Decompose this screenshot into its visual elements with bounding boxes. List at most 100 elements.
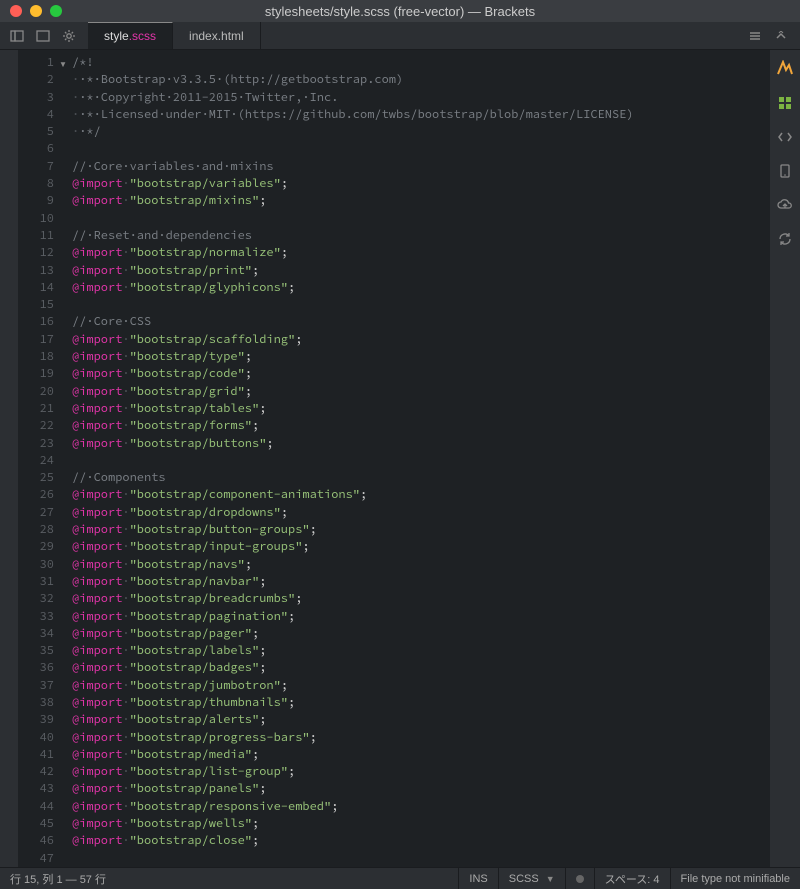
code-line[interactable]: @import·"bootstrap/list-group"; <box>72 763 770 780</box>
code-line[interactable] <box>72 140 770 157</box>
line-number: 15 <box>18 296 64 313</box>
menu-icon[interactable] <box>744 25 766 47</box>
code-line[interactable]: @import·"bootstrap/forms"; <box>72 417 770 434</box>
line-number: 27 <box>18 504 64 521</box>
code-line[interactable]: @import·"bootstrap/alerts"; <box>72 711 770 728</box>
code-line[interactable] <box>72 452 770 469</box>
line-number: 34 <box>18 625 64 642</box>
status-lint[interactable] <box>565 868 594 889</box>
toolbar: style.scss index.html <box>0 22 800 50</box>
line-number: 11 <box>18 227 64 244</box>
line-number: 23 <box>18 435 64 452</box>
sidebar-right <box>770 50 800 867</box>
code-line[interactable]: @import·"bootstrap/input-groups"; <box>72 538 770 555</box>
line-number: 18 <box>18 348 64 365</box>
status-minify: File type not minifiable <box>670 868 800 889</box>
code-line[interactable]: /*! <box>72 54 770 71</box>
code-line[interactable]: @import·"bootstrap/pager"; <box>72 625 770 642</box>
code-editor[interactable]: 1▼23456789101112131415161718192021222324… <box>18 50 770 867</box>
code-line[interactable]: @import·"bootstrap/navs"; <box>72 556 770 573</box>
code-line[interactable]: @import·"bootstrap/scaffolding"; <box>72 331 770 348</box>
code-line[interactable]: @import·"bootstrap/mixins"; <box>72 192 770 209</box>
sync-icon[interactable] <box>776 230 794 248</box>
tab-style-scss[interactable]: style.scss <box>88 22 173 49</box>
code-line[interactable]: //·Reset·and·dependencies <box>72 227 770 244</box>
line-number: 22 <box>18 417 64 434</box>
code-line[interactable]: @import·"bootstrap/buttons"; <box>72 435 770 452</box>
code-line[interactable]: //·Core·variables·and·mixins <box>72 158 770 175</box>
code-line[interactable]: @import·"bootstrap/normalize"; <box>72 244 770 261</box>
line-number: 12 <box>18 244 64 261</box>
line-number: 6 <box>18 140 64 157</box>
code-icon[interactable] <box>776 128 794 146</box>
line-number: 42 <box>18 763 64 780</box>
code-line[interactable]: @import·"bootstrap/close"; <box>72 832 770 849</box>
line-number: 1▼ <box>18 54 64 71</box>
code-line[interactable]: @import·"bootstrap/wells"; <box>72 815 770 832</box>
line-number: 8 <box>18 175 64 192</box>
code-line[interactable]: @import·"bootstrap/tables"; <box>72 400 770 417</box>
code-line[interactable]: @import·"bootstrap/media"; <box>72 746 770 763</box>
status-spaces[interactable]: スペース: 4 <box>594 868 670 889</box>
code-line[interactable] <box>72 850 770 867</box>
code-line[interactable]: @import·"bootstrap/breadcrumbs"; <box>72 590 770 607</box>
code-line[interactable]: ··*·Licensed·under·MIT·(https://github.c… <box>72 106 770 123</box>
code-line[interactable]: @import·"bootstrap/progress-bars"; <box>72 729 770 746</box>
sidebar-toggle-button[interactable] <box>6 25 28 47</box>
status-language[interactable]: SCSS▼ <box>498 868 565 889</box>
settings-button[interactable] <box>58 25 80 47</box>
line-number: 45 <box>18 815 64 832</box>
code-line[interactable]: @import·"bootstrap/labels"; <box>72 642 770 659</box>
cloud-icon[interactable] <box>776 196 794 214</box>
code-line[interactable]: @import·"bootstrap/type"; <box>72 348 770 365</box>
status-insert-mode[interactable]: INS <box>458 868 497 889</box>
line-number: 7 <box>18 158 64 175</box>
code-line[interactable]: @import·"bootstrap/navbar"; <box>72 573 770 590</box>
code-content[interactable]: /*!··*·Bootstrap·v3.3.5·(http://getboots… <box>64 50 770 867</box>
code-line[interactable]: @import·"bootstrap/variables"; <box>72 175 770 192</box>
code-line[interactable]: ··*·Copyright·2011-2015·Twitter,·Inc. <box>72 89 770 106</box>
code-line[interactable]: @import·"bootstrap/jumbotron"; <box>72 677 770 694</box>
tab-label-ext: .scss <box>129 29 156 43</box>
line-number: 2 <box>18 71 64 88</box>
line-number: 29 <box>18 538 64 555</box>
tab-bar: style.scss index.html <box>88 22 261 49</box>
code-line[interactable]: //·Components <box>72 469 770 486</box>
code-line[interactable]: @import·"bootstrap/component-animations"… <box>72 486 770 503</box>
code-line[interactable]: @import·"bootstrap/glyphicons"; <box>72 279 770 296</box>
main-area: 1▼23456789101112131415161718192021222324… <box>0 50 800 867</box>
split-view-button[interactable] <box>32 25 54 47</box>
code-line[interactable]: @import·"bootstrap/thumbnails"; <box>72 694 770 711</box>
sidebar-left <box>0 50 18 867</box>
code-line[interactable]: @import·"bootstrap/badges"; <box>72 659 770 676</box>
code-line[interactable]: ··*/ <box>72 123 770 140</box>
code-line[interactable]: @import·"bootstrap/code"; <box>72 365 770 382</box>
line-number: 25 <box>18 469 64 486</box>
line-number: 5 <box>18 123 64 140</box>
device-icon[interactable] <box>776 162 794 180</box>
code-line[interactable]: @import·"bootstrap/responsive-embed"; <box>72 798 770 815</box>
tab-index-html[interactable]: index.html <box>173 22 261 49</box>
line-number: 43 <box>18 780 64 797</box>
line-number: 17 <box>18 331 64 348</box>
code-line[interactable]: @import·"bootstrap/print"; <box>72 262 770 279</box>
chevron-down-icon: ▼ <box>546 874 555 884</box>
titlebar: stylesheets/style.scss (free-vector) — B… <box>0 0 800 22</box>
code-line[interactable]: @import·"bootstrap/dropdowns"; <box>72 504 770 521</box>
line-number: 47 <box>18 850 64 867</box>
code-line[interactable]: @import·"bootstrap/panels"; <box>72 780 770 797</box>
line-number: 41 <box>18 746 64 763</box>
code-line[interactable]: ··*·Bootstrap·v3.3.5·(http://getbootstra… <box>72 71 770 88</box>
extensions-icon[interactable] <box>776 94 794 112</box>
line-number: 3 <box>18 89 64 106</box>
code-line[interactable]: @import·"bootstrap/pagination"; <box>72 608 770 625</box>
code-line[interactable]: @import·"bootstrap/grid"; <box>72 383 770 400</box>
live-preview-icon[interactable] <box>776 60 794 78</box>
code-line[interactable] <box>72 296 770 313</box>
code-line[interactable]: @import·"bootstrap/button-groups"; <box>72 521 770 538</box>
code-line[interactable]: //·Core·CSS <box>72 313 770 330</box>
status-cursor[interactable]: 行 15, 列 1 — 57 行 <box>0 871 106 887</box>
code-line[interactable] <box>72 210 770 227</box>
line-number: 10 <box>18 210 64 227</box>
collapse-icon[interactable] <box>770 25 792 47</box>
